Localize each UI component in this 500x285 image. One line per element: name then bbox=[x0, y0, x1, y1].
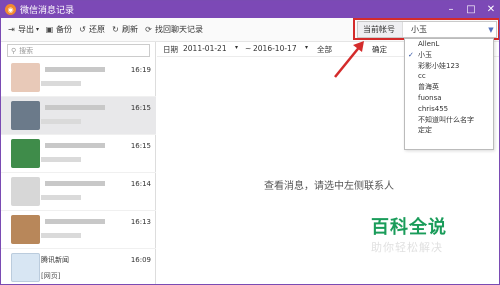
contact-list: 16:19 16:15 16:15 16:14 16:13 腾讯新闻 [网页] … bbox=[1, 59, 156, 284]
date-label: 日期 bbox=[163, 45, 178, 54]
refresh-label: 刷新 bbox=[122, 25, 139, 34]
app-logo-icon: ◉ bbox=[5, 4, 16, 15]
recover-icon: ⟳ bbox=[145, 25, 152, 34]
blurred-name bbox=[45, 105, 105, 110]
dropdown-item[interactable]: 不知道叫什么名字 bbox=[405, 115, 493, 126]
search-input[interactable]: ⚲ 搜索 bbox=[7, 44, 150, 57]
list-item[interactable]: 16:19 bbox=[1, 59, 156, 97]
restore-button[interactable]: ↺ 还原 bbox=[78, 24, 105, 35]
chevron-down-icon: ▾ bbox=[235, 44, 239, 51]
contact-time: 16:15 bbox=[130, 104, 151, 112]
refresh-button[interactable]: ↻ 刷新 bbox=[111, 24, 138, 35]
date-separator: ~ bbox=[245, 44, 252, 53]
contact-time: 16:09 bbox=[130, 256, 151, 264]
backup-label: 备份 bbox=[56, 25, 73, 34]
contact-time: 16:19 bbox=[130, 66, 151, 74]
list-item[interactable]: 16:14 bbox=[1, 173, 156, 211]
export-label: 导出 bbox=[18, 25, 34, 34]
title-bar: ◉ 微信消息记录 – □ ✕ bbox=[1, 1, 499, 18]
blurred-name bbox=[45, 143, 105, 148]
blurred-preview bbox=[41, 157, 81, 162]
app-window: ◉ 微信消息记录 – □ ✕ ⇥ 导出 ▾ ▣ 备份 ↺ 还原 ↻ 刷新 ⟳ 找… bbox=[0, 0, 500, 285]
blurred-name bbox=[45, 67, 105, 72]
contact-preview: [网页] bbox=[41, 272, 61, 280]
check-icon: ✓ bbox=[408, 50, 414, 59]
list-item[interactable]: 腾讯新闻 [网页] 16:09 bbox=[1, 249, 156, 284]
dropdown-item[interactable]: 曾海英 bbox=[405, 82, 493, 93]
avatar bbox=[11, 253, 40, 282]
dropdown-item[interactable]: AllenL bbox=[405, 39, 493, 50]
backup-button[interactable]: ▣ 备份 bbox=[45, 24, 72, 35]
empty-message: 查看消息，请选中左侧联系人 bbox=[264, 181, 394, 192]
find-records-button[interactable]: ⟳ 找回聊天记录 bbox=[144, 24, 203, 35]
dropdown-item[interactable]: chris455 bbox=[405, 104, 493, 115]
dropdown-item[interactable]: 彩影小娃123 bbox=[405, 61, 493, 72]
dropdown-item[interactable]: fuonsa bbox=[405, 93, 493, 104]
dropdown-item[interactable]: 定定 bbox=[405, 125, 493, 136]
account-dropdown: AllenL ✓ 小玉 彩影小娃123 cc 曾海英 fuonsa chris45… bbox=[404, 38, 494, 150]
export-button[interactable]: ⇥ 导出 ▾ bbox=[7, 24, 39, 35]
backup-icon: ▣ bbox=[45, 25, 54, 34]
close-button[interactable]: ✕ bbox=[481, 1, 499, 18]
contact-pane: ⚲ 搜索 16:19 16:15 16:15 16:14 16:13 腾讯新闻 … bbox=[1, 42, 156, 284]
restore-icon: ↺ bbox=[79, 25, 86, 34]
dropdown-item[interactable]: cc bbox=[405, 71, 493, 82]
contact-time: 16:15 bbox=[130, 142, 151, 150]
search-icon: ⚲ bbox=[11, 46, 17, 55]
avatar bbox=[11, 139, 40, 168]
search-placeholder: 搜索 bbox=[19, 46, 34, 55]
restore-label: 还原 bbox=[89, 25, 106, 34]
watermark-title: 百科全说 bbox=[371, 217, 447, 238]
window-title: 微信消息记录 bbox=[20, 6, 75, 16]
blurred-name bbox=[45, 181, 105, 186]
contact-name: 腾讯新闻 bbox=[41, 256, 69, 264]
list-item[interactable]: 16:15 bbox=[1, 97, 156, 135]
blurred-preview bbox=[41, 233, 81, 238]
date-from-field[interactable]: 2011-01-21 bbox=[183, 44, 227, 53]
blurred-preview bbox=[41, 119, 81, 124]
avatar bbox=[11, 177, 40, 206]
refresh-icon: ↻ bbox=[112, 25, 119, 34]
type-select[interactable]: 全部 bbox=[317, 44, 332, 55]
annotation-arrow bbox=[334, 41, 364, 78]
contact-time: 16:13 bbox=[130, 218, 151, 226]
avatar bbox=[11, 63, 40, 92]
chevron-down-icon: ▾ bbox=[305, 44, 309, 51]
contact-time: 16:14 bbox=[130, 180, 151, 188]
blurred-preview bbox=[41, 81, 81, 86]
avatar bbox=[11, 101, 40, 130]
avatar bbox=[11, 215, 40, 244]
maximize-button[interactable]: □ bbox=[461, 1, 481, 18]
list-item[interactable]: 16:15 bbox=[1, 135, 156, 173]
list-item[interactable]: 16:13 bbox=[1, 211, 156, 249]
blurred-name bbox=[45, 219, 105, 224]
find-records-label: 找回聊天记录 bbox=[155, 25, 204, 34]
dropdown-item-selected[interactable]: ✓ 小玉 bbox=[405, 50, 493, 61]
date-to-field[interactable]: 2016-10-17 bbox=[253, 44, 297, 53]
chevron-down-icon: ▾ bbox=[36, 26, 40, 33]
blurred-preview bbox=[41, 195, 81, 200]
minimize-button[interactable]: – bbox=[441, 1, 461, 18]
export-icon: ⇥ bbox=[8, 25, 15, 34]
watermark-subtitle: 助你轻松解决 bbox=[371, 241, 443, 254]
highlight-box bbox=[353, 18, 499, 40]
